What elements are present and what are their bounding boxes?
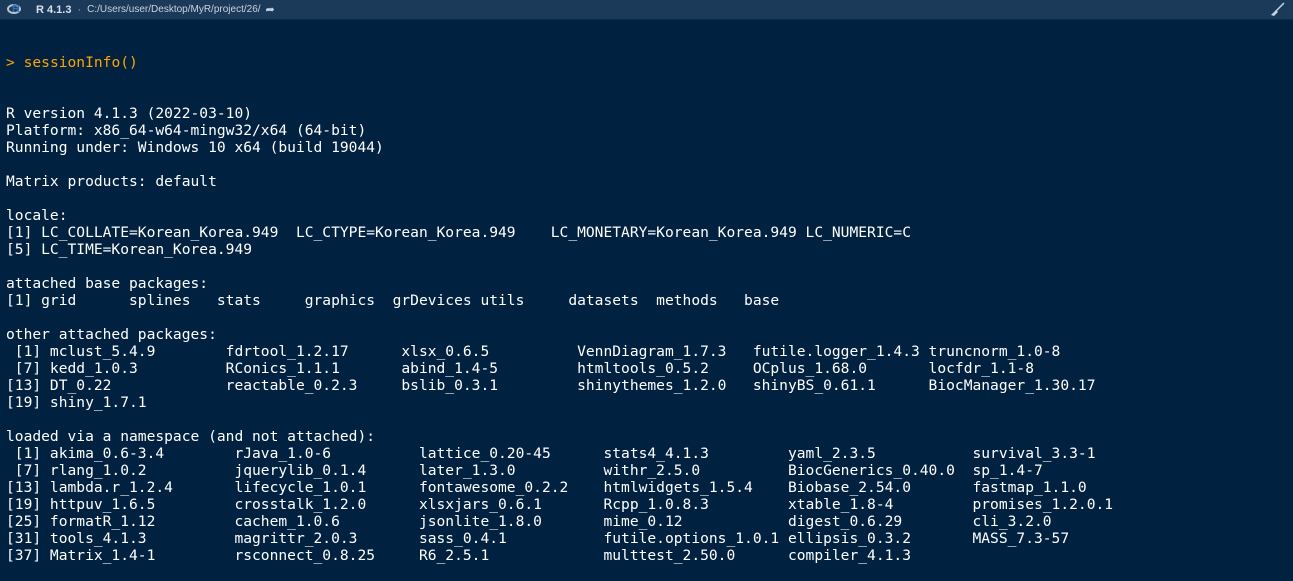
output-line: [7] rlang_1.0.2 jquerylib_0.1.4 later_1.… [6,462,1043,479]
output-line: loaded via a namespace (and not attached… [6,428,376,445]
r-version-label: R 4.1.3 [36,3,72,16]
working-directory-path: C:/Users/user/Desktop/MyR/project/26/ [87,4,261,15]
prompt-symbol: > [6,54,15,71]
r-logo-icon: R [7,3,23,16]
output-line: [1] mclust_5.4.9 fdrtool_1.2.17 xlsx_0.6… [6,343,1061,360]
output-line: [1] grid splines stats graphics grDevice… [6,292,780,309]
output-line: [1] akima_0.6-3.4 rJava_1.0-6 lattice_0.… [6,445,1096,462]
output-line: [25] formatR_1.12 cachem_1.0.6 jsonlite_… [6,513,1052,530]
command-text: sessionInfo() [23,54,138,71]
output-line: Running under: Windows 10 x64 (build 190… [6,139,384,156]
clear-console-broom-icon[interactable] [1269,2,1285,17]
title-separator: · [77,3,82,16]
output-line: [5] LC_TIME=Korean_Korea.949 [6,241,253,258]
output-line: other attached packages: [6,326,217,343]
output-line: [13] DT_0.22 reactable_0.2.3 bslib_0.3.1… [6,377,1096,394]
output-line: Platform: x86_64-w64-mingw32/x64 (64-bit… [6,122,367,139]
console-titlebar: R R 4.1.3 · C:/Users/user/Desktop/MyR/pr… [0,0,1293,20]
go-to-directory-icon[interactable]: ➦ [266,3,275,16]
output-block: R version 4.1.3 (2022-03-10) Platform: x8… [6,105,1293,564]
output-line: [13] lambda.r_1.2.4 lifecycle_1.0.1 font… [6,479,1087,496]
output-line: R version 4.1.3 (2022-03-10) [6,105,253,122]
output-line: [19] httpuv_1.6.5 crosstalk_1.2.0 xlsxja… [6,496,1114,513]
output-line: locale: [6,207,68,224]
console-output[interactable]: > sessionInfo() R version 4.1.3 (2022-03… [6,20,1293,581]
output-line: [37] Matrix_1.4-1 rsconnect_0.8.25 R6_2.… [6,547,911,564]
output-line: Matrix products: default [6,173,217,190]
output-line: attached base packages: [6,275,209,292]
output-line: [31] tools_4.1.3 magrittr_2.0.3 sass_0.4… [6,530,1070,547]
command-line: > sessionInfo() [6,54,1293,71]
output-line: [19] shiny_1.7.1 [6,394,147,411]
output-line: [1] LC_COLLATE=Korean_Korea.949 LC_CTYPE… [6,224,911,241]
output-line: [7] kedd_1.0.3 RConics_1.1.1 abind_1.4-5… [6,360,1034,377]
